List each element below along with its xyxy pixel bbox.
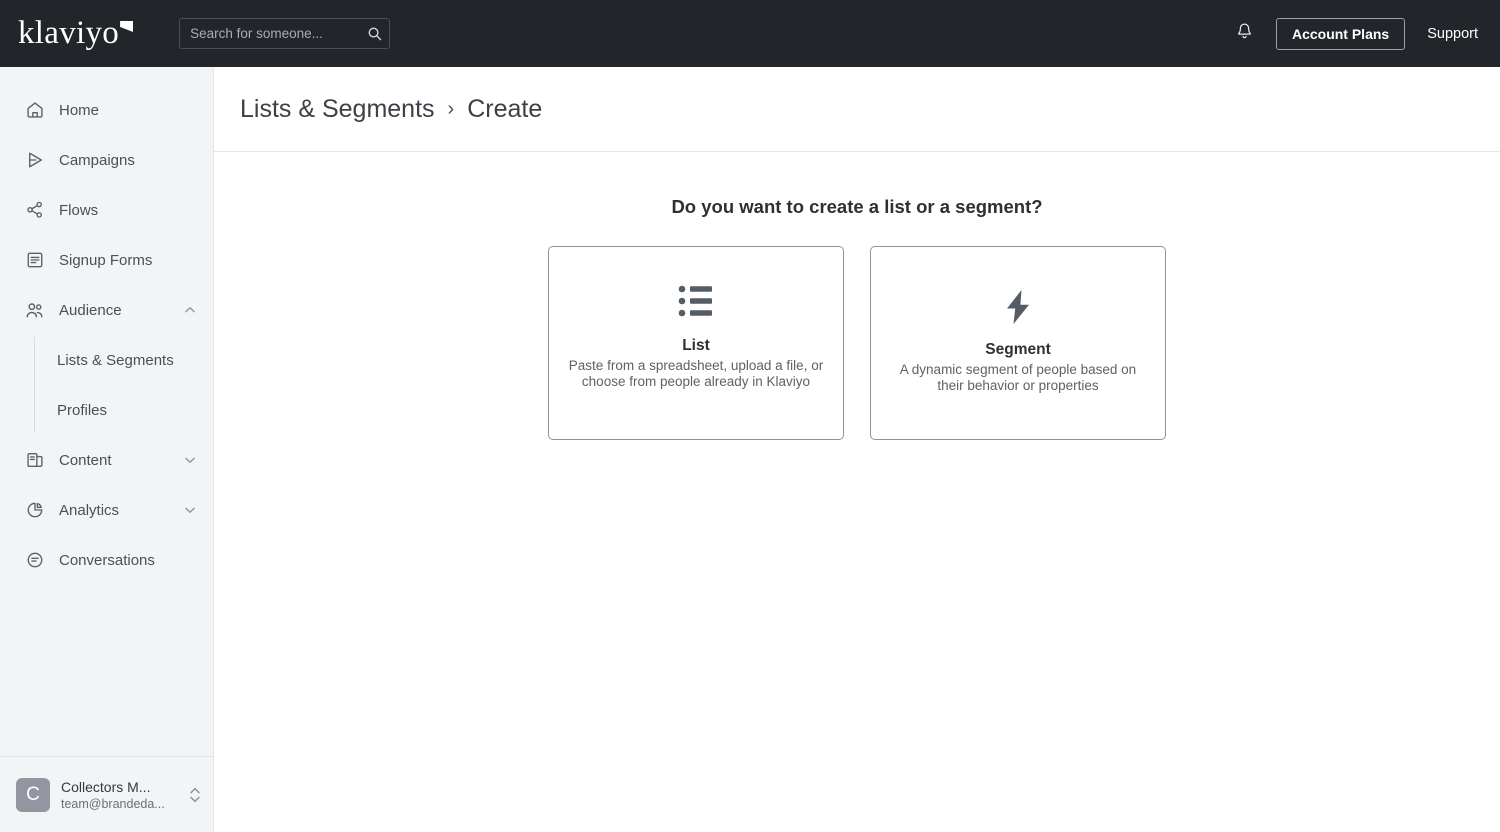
breadcrumb-parent-link[interactable]: Lists & Segments — [240, 95, 435, 124]
signup-forms-icon — [24, 250, 45, 271]
card-description: A dynamic segment of people based on the… — [899, 362, 1137, 393]
choice-cards: List Paste from a spreadsheet, upload a … — [548, 246, 1166, 440]
card-description: Paste from a spreadsheet, upload a file,… — [568, 358, 824, 389]
sidebar-item-label: Signup Forms — [59, 251, 153, 269]
sidebar-item-content[interactable]: Content — [0, 435, 213, 485]
analytics-pie-icon — [24, 500, 45, 521]
account-email: team@brandeda... — [61, 796, 165, 811]
avatar: C — [16, 777, 50, 812]
account-name: Collectors M... — [61, 778, 151, 795]
card-title: List — [682, 337, 710, 354]
account-switcher[interactable]: C Collectors M... team@brandeda... — [0, 756, 213, 832]
bulleted-list-icon — [678, 281, 714, 321]
conversations-chat-icon — [24, 550, 45, 571]
sidebar-item-profiles[interactable]: Profiles — [34, 385, 213, 435]
top-bar: klaviyo Account Plans Support — [0, 0, 1500, 67]
lightning-bolt-icon — [1003, 287, 1033, 327]
card-title: Segment — [985, 341, 1051, 358]
chevron-down-icon[interactable] — [183, 503, 197, 517]
chevron-up-down-icon[interactable] — [187, 783, 203, 807]
search-input[interactable] — [190, 26, 368, 41]
support-link[interactable]: Support — [1427, 26, 1478, 42]
search-icon[interactable] — [367, 26, 382, 41]
sidebar-item-flows[interactable]: Flows — [0, 185, 213, 235]
chevron-right-icon: › — [447, 97, 455, 120]
campaigns-send-icon — [24, 150, 45, 171]
breadcrumb: Lists & Segments › Create — [214, 67, 1500, 152]
main-content: Lists & Segments › Create Do you want to… — [214, 67, 1500, 832]
create-list-card[interactable]: List Paste from a spreadsheet, upload a … — [548, 246, 844, 440]
sidebar-item-signup-forms[interactable]: Signup Forms — [0, 235, 213, 285]
app-root: klaviyo Account Plans Support — [0, 0, 1500, 832]
sidebar-nav: Home Campaigns Flows Signup Forms Audien… — [0, 67, 213, 756]
sidebar-item-label: Flows — [59, 201, 99, 219]
sidebar-item-conversations[interactable]: Conversations — [0, 535, 213, 585]
sidebar-item-label: Campaigns — [59, 151, 135, 169]
create-chooser: Do you want to create a list or a segmen… — [214, 152, 1500, 832]
home-icon — [24, 100, 45, 121]
account-text: Collectors M... team@brandeda... — [61, 779, 187, 811]
sidebar-item-label: Conversations — [59, 551, 155, 569]
breadcrumb-current: Create — [467, 94, 543, 123]
content-pages-icon — [24, 450, 45, 471]
sidebar-item-analytics[interactable]: Analytics — [0, 485, 213, 535]
sidebar-item-lists-and-segments[interactable]: Lists & Segments — [34, 335, 213, 385]
klaviyo-logo[interactable]: klaviyo — [18, 15, 134, 51]
sidebar-subitem-label: Profiles — [57, 401, 108, 419]
notifications-button[interactable] — [1230, 19, 1260, 49]
sidebar: Home Campaigns Flows Signup Forms Audien… — [0, 67, 214, 832]
sidebar-item-home[interactable]: Home — [0, 85, 213, 135]
create-segment-card[interactable]: Segment A dynamic segment of people base… — [870, 246, 1166, 440]
audience-people-icon — [24, 300, 45, 321]
sidebar-item-label: Home — [59, 101, 100, 119]
sidebar-item-label: Analytics — [59, 501, 120, 519]
sidebar-item-campaigns[interactable]: Campaigns — [0, 135, 213, 185]
audience-subnav: Lists & Segments Profiles — [0, 335, 213, 435]
klaviyo-flag-mark-icon — [120, 21, 134, 32]
app-body: Home Campaigns Flows Signup Forms Audien… — [0, 67, 1500, 832]
account-plans-button[interactable]: Account Plans — [1275, 17, 1406, 50]
logo-wordmark: klaviyo — [18, 15, 120, 51]
page-title: Do you want to create a list or a segmen… — [671, 196, 1043, 217]
chevron-up-icon[interactable] — [183, 303, 197, 317]
sidebar-item-label: Audience — [59, 301, 122, 319]
sidebar-subitem-label: Lists & Segments — [57, 351, 174, 369]
sidebar-item-label: Content — [59, 451, 112, 469]
bell-icon — [1235, 22, 1254, 46]
chevron-down-icon[interactable] — [183, 453, 197, 467]
flows-nodes-icon — [24, 200, 45, 221]
sidebar-item-audience[interactable]: Audience — [0, 285, 213, 335]
global-search[interactable] — [179, 18, 391, 49]
